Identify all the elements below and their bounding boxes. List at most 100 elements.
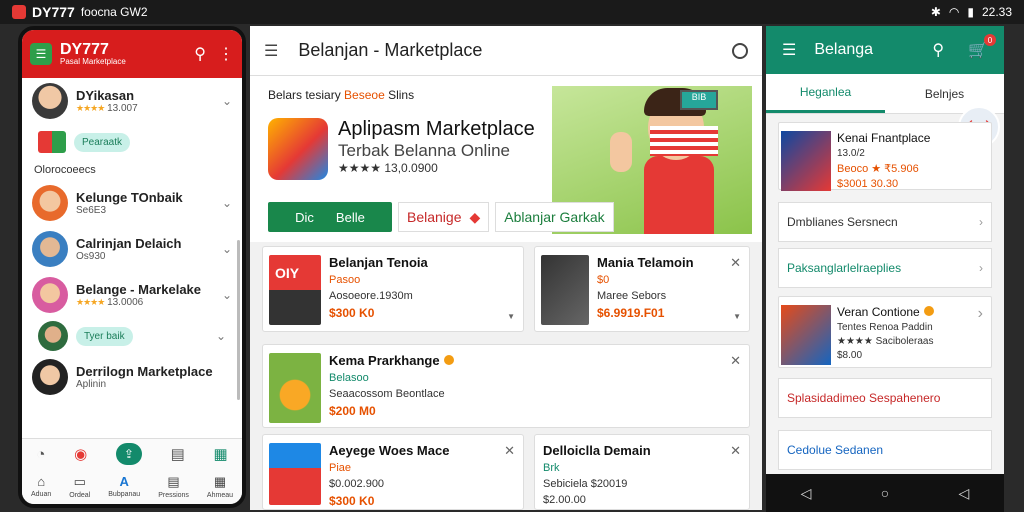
search-bar[interactable]: ☰ Belanjan - Marketplace	[250, 26, 762, 76]
shop-button[interactable]: Belanige ◆	[398, 202, 490, 232]
right-title: Belanga	[814, 41, 874, 58]
nav-label: Bubpanau	[108, 491, 141, 498]
install-button[interactable]: Dic Belle	[268, 202, 392, 232]
nav-item-account[interactable]: ▦ Ahmeau	[207, 474, 233, 499]
message-icon: ▤	[167, 473, 180, 489]
chat-item[interactable]: Derrilogn Marketplace Aplinin	[22, 354, 242, 400]
product-thumb	[269, 443, 321, 505]
chevron-down-icon[interactable]: ⌄	[222, 288, 232, 302]
product-card[interactable]: Aeyege Woes Mace Piae $0.002.900 $300 K0…	[262, 434, 524, 510]
scrollbar[interactable]	[237, 240, 240, 400]
chat-item[interactable]: Calrinjan Delaich Os930 ⌄	[22, 226, 242, 272]
close-icon[interactable]: ✕	[730, 353, 741, 369]
menu-icon[interactable]: ☰	[264, 41, 278, 61]
product-card[interactable]: Delloiclla Demain Brk Sebiciela $20019 $…	[534, 434, 750, 510]
avatar	[32, 277, 68, 313]
product-card[interactable]: Kema Prarkhange Belasoo Seaacossom Beont…	[262, 344, 750, 428]
nav-item-messages[interactable]: ▤ Pressions	[158, 474, 189, 499]
nav-item-main[interactable]: A Bubpanau	[108, 474, 140, 498]
rating-stars: ★★★★	[76, 297, 105, 307]
chevron-right-icon[interactable]: ›	[978, 305, 983, 323]
nav-label: Pressions	[158, 491, 189, 499]
product-card[interactable]: Veran Contione Tentes Renoa Paddin ★★★★ …	[778, 296, 992, 368]
list-item[interactable]: Cedolue Sedanen	[778, 430, 992, 470]
shop-now-button[interactable]: Ablanjar Garkak	[495, 202, 614, 232]
share-icon[interactable]: ⇪	[115, 443, 142, 465]
home-icon: ⌂	[37, 474, 46, 489]
home-icon[interactable]: ○	[881, 485, 889, 501]
close-icon[interactable]: ✕	[730, 255, 741, 271]
product-sub: $0	[597, 274, 610, 286]
left-phone: ☰ DY777 Pasal Marketplace ⚲ ⋮ DYikasan ★…	[18, 26, 246, 508]
product-card[interactable]: Mania Telamoin $0 Maree Sebors $6.9919.F…	[534, 246, 750, 332]
close-icon[interactable]: ✕	[730, 443, 741, 459]
chevron-down-icon[interactable]: ⌄	[222, 196, 232, 210]
product-card[interactable]: Kenai Fnantplace 13.0/2 Beoco ★ ₹5.906 $…	[778, 122, 992, 191]
product-price: $300 K0	[329, 494, 375, 508]
chat-item[interactable]: Kelunge TOnbaik Se6E3 ⌄	[22, 180, 242, 226]
menu-icon[interactable]: ☰	[782, 40, 796, 60]
chevron-down-icon[interactable]: ▼	[733, 312, 741, 321]
nav-item-home[interactable]: ⌂ Aduan	[31, 474, 51, 498]
chevron-down-icon[interactable]: ⌄	[216, 329, 226, 343]
menu-icon[interactable]: ☰	[30, 43, 52, 65]
chat-item[interactable]: Belange - Markelake ★★★★ 13.0006 ⌄	[22, 272, 242, 318]
list-item[interactable]: Paksanglarlelraeplies ›	[778, 248, 992, 288]
product-name: Delloiclla Demain	[543, 443, 651, 458]
search-title[interactable]: Belanjan - Marketplace	[298, 40, 482, 61]
promo-pill[interactable]: Pearaatk	[74, 132, 131, 152]
right-phone: ☰ Belanga ⚲ 🛒0 Heganlea Belnjes ↰↱ Kenai…	[766, 26, 1004, 512]
product-price: $6.9919.F01	[597, 306, 665, 320]
left-subbrand: Pasal Marketplace	[60, 57, 126, 66]
gift-icon[interactable]: ▦	[213, 445, 227, 463]
chat-item[interactable]: DYikasan ★★★★ 13.007 ⌄	[22, 78, 242, 124]
history-icon[interactable]	[732, 42, 748, 59]
wifi-icon: ◠	[948, 5, 960, 19]
close-icon[interactable]: ✕	[504, 443, 515, 459]
search-icon[interactable]: ⚲	[194, 44, 206, 64]
avatar	[32, 185, 68, 221]
notification-icon[interactable]: ◉	[74, 445, 87, 463]
list-icon[interactable]: ▤	[171, 445, 185, 463]
chevron-right-icon: ›	[979, 261, 983, 275]
product-name: Belanjan Tenoia	[329, 255, 428, 270]
chevron-down-icon[interactable]: ⌄	[222, 94, 232, 108]
app-rating: ★★★★ 13,0.0900	[338, 161, 438, 175]
nav-label: Ordeal	[69, 491, 91, 499]
brand-icon: A	[119, 474, 129, 489]
promo-row: Pearaatk	[22, 124, 242, 160]
cart-product-thumb	[781, 131, 831, 191]
comment-icon[interactable]: ◔	[36, 446, 45, 463]
product-thumb	[269, 353, 321, 423]
chevron-down-icon[interactable]: ▼	[507, 312, 515, 321]
product-name: Aeyege Woes Mace	[329, 443, 450, 458]
recents-icon[interactable]: ◁	[959, 485, 970, 502]
chat-name: Derrilogn Marketplace	[76, 364, 213, 379]
product-name: Veran Contione	[837, 305, 934, 319]
product-thumb	[541, 255, 589, 325]
product-name: Mania Telamoin	[597, 255, 694, 270]
nav-item-orders[interactable]: ▭ Ordeal	[69, 474, 90, 499]
status-left-text: foocna GW2	[80, 5, 148, 19]
avatar	[32, 83, 68, 119]
chat-sub: Se6E3	[76, 205, 107, 216]
list-item[interactable]: Splasidadimeo Sespahenero	[778, 378, 992, 418]
hero-tag: Belars tesiary Beseoe Slins	[268, 88, 415, 102]
product-sub2: Maree Sebors	[597, 290, 667, 302]
chat-sub: Aplinin	[76, 379, 107, 390]
tab-first[interactable]: Heganlea	[766, 74, 885, 113]
search-icon[interactable]: ⚲	[932, 40, 944, 60]
list-item[interactable]: Dmblianes Sersnecn ›	[778, 202, 992, 242]
promo-pill[interactable]: Tyer baik	[76, 326, 133, 346]
product-sub: Brk	[543, 462, 560, 474]
more-icon[interactable]: ⋮	[218, 44, 234, 64]
status-brand: DY777	[32, 4, 75, 20]
product-card[interactable]: OIY Belanjan Tenoia Pasoo Aosoeore.1930m…	[262, 246, 524, 332]
product-sub2: Seaacossom Beontlace	[329, 388, 445, 400]
nav-label: Ahmeau	[206, 491, 233, 499]
center-panel: ☰ Belanjan - Marketplace Belars tesiary …	[250, 26, 762, 510]
product-sub: 13.0/2	[837, 148, 865, 159]
back-icon[interactable]: ◁	[801, 485, 812, 502]
chevron-down-icon[interactable]: ⌄	[222, 242, 232, 256]
cart-icon[interactable]: 🛒 0	[968, 34, 996, 60]
